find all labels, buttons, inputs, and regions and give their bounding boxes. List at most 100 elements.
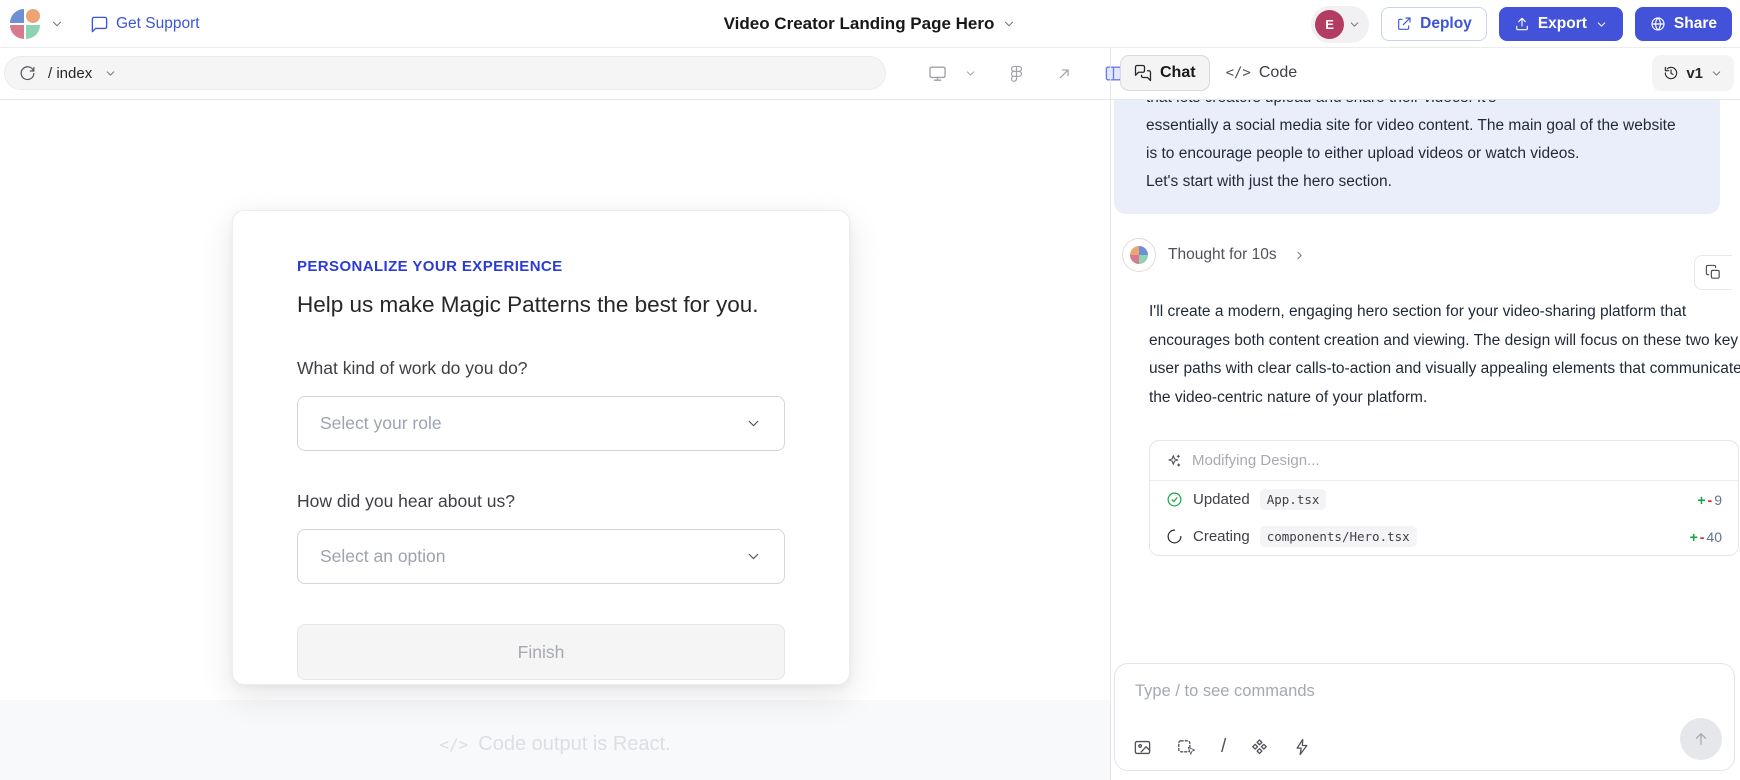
user-message-clipped-line: that lets creators upload and share thei…	[1146, 100, 1688, 112]
assistant-message: I'll create a modern, engaging hero sect…	[1149, 298, 1740, 412]
diff-count: + - 9	[1697, 492, 1722, 508]
account-menu[interactable]: E	[1311, 6, 1369, 43]
sparkle-icon	[1166, 453, 1182, 469]
plus-sign: +	[1697, 492, 1705, 508]
thought-label: Thought for 10s	[1168, 246, 1277, 264]
change-count: 40	[1706, 529, 1722, 545]
refresh-icon[interactable]	[19, 65, 36, 82]
slash-command-icon[interactable]: /	[1221, 736, 1226, 758]
plus-sign: +	[1690, 529, 1698, 545]
select-element-icon[interactable]	[1176, 738, 1197, 757]
file-change-row[interactable]: Updated App.tsx + - 9	[1150, 481, 1738, 518]
chevron-down-icon[interactable]	[104, 67, 117, 80]
history-icon	[1663, 65, 1679, 81]
project-title[interactable]: Video Creator Landing Page Hero	[724, 14, 1017, 34]
deploy-button[interactable]: Deploy	[1381, 7, 1487, 41]
export-label: Export	[1538, 15, 1587, 33]
chevron-down-icon	[1595, 18, 1608, 31]
modal-heading: Help us make Magic Patterns the best for…	[297, 292, 785, 318]
chat-input-placeholder: Type / to see commands	[1135, 682, 1714, 701]
chevron-down-icon	[1348, 18, 1361, 31]
check-circle-icon	[1166, 491, 1183, 508]
file-chip: components/Hero.tsx	[1260, 526, 1417, 547]
role-select[interactable]: Select your role	[297, 396, 785, 451]
personalize-modal: PERSONALIZE YOUR EXPERIENCE Help us make…	[232, 210, 850, 685]
chat-messages: that lets creators upload and share thei…	[1111, 100, 1740, 660]
top-header: Get Support Video Creator Landing Page H…	[0, 0, 1740, 48]
get-support-link[interactable]: Get Support	[90, 15, 200, 34]
preview-panel: </> Code output is React. PERSONALIZE YO…	[0, 100, 1110, 780]
referral-select-placeholder: Select an option	[320, 546, 446, 567]
export-button[interactable]: Export	[1499, 7, 1623, 41]
file-action: Updated	[1193, 491, 1250, 508]
deploy-label: Deploy	[1420, 15, 1472, 33]
user-message-bubble: that lets creators upload and share thei…	[1114, 100, 1720, 214]
lightning-icon[interactable]	[1293, 738, 1311, 756]
minus-sign: -	[1708, 492, 1713, 508]
assistant-avatar	[1122, 238, 1156, 272]
magic-patterns-app: Get Support Video Creator Landing Page H…	[0, 0, 1740, 780]
user-message-last-line: Let's start with just the hero section.	[1146, 168, 1688, 196]
preview-footer: </> Code output is React.	[0, 700, 1110, 780]
chat-panel: that lets creators upload and share thei…	[1111, 100, 1740, 780]
version-label: v1	[1686, 65, 1703, 82]
finish-button[interactable]: Finish	[297, 624, 785, 680]
code-icon: </>	[1226, 65, 1251, 81]
send-button[interactable]	[1680, 718, 1722, 760]
share-label: Share	[1674, 15, 1717, 33]
code-icon: </>	[439, 735, 468, 754]
chevron-right-icon	[1293, 249, 1306, 262]
chevron-down-icon	[1710, 67, 1723, 80]
arrow-up-icon	[1692, 730, 1710, 748]
modal-eyebrow: PERSONALIZE YOUR EXPERIENCE	[297, 258, 785, 275]
avatar: E	[1315, 10, 1344, 39]
globe-icon	[1650, 16, 1666, 32]
minus-sign: -	[1700, 529, 1705, 545]
project-title-text: Video Creator Landing Page Hero	[724, 14, 995, 34]
open-in-new-window-icon[interactable]	[1056, 65, 1073, 82]
upload-icon	[1514, 16, 1530, 32]
share-button[interactable]: Share	[1635, 7, 1732, 41]
file-change-row[interactable]: Creating components/Hero.tsx + - 40	[1150, 518, 1738, 555]
spinner-icon	[1166, 528, 1183, 545]
chevron-down-icon	[1002, 17, 1016, 31]
file-action: Creating	[1193, 528, 1250, 545]
desktop-viewport-icon[interactable]	[928, 64, 947, 83]
code-output-note-text: Code output is React.	[478, 733, 670, 756]
tool-status-text: Modifying Design...	[1192, 452, 1320, 469]
chevron-down-icon[interactable]	[964, 67, 977, 80]
copy-message-button[interactable]	[1694, 255, 1732, 290]
code-tab-label: Code	[1259, 64, 1297, 82]
route-path: / index	[48, 65, 92, 82]
diff-count: + - 40	[1690, 529, 1722, 545]
chat-bubble-icon	[90, 15, 109, 34]
referral-select[interactable]: Select an option	[297, 529, 785, 584]
tab-code[interactable]: </> Code	[1226, 64, 1298, 82]
code-output-note: </> Code output is React.	[439, 709, 670, 780]
components-icon[interactable]	[1250, 738, 1269, 757]
chevron-down-icon[interactable]	[50, 17, 64, 31]
file-chip: App.tsx	[1260, 489, 1327, 510]
get-support-label: Get Support	[116, 15, 200, 33]
address-bar[interactable]: / index	[4, 56, 886, 90]
attach-image-icon[interactable]	[1133, 738, 1152, 757]
change-count: 9	[1714, 492, 1722, 508]
question-referral-label: How did you hear about us?	[297, 491, 785, 512]
chat-icon	[1134, 64, 1152, 82]
chevron-down-icon	[745, 548, 762, 565]
user-message-body: essentially a social media site for vide…	[1146, 112, 1688, 168]
chevron-down-icon	[745, 415, 762, 432]
magic-patterns-logo-icon[interactable]	[10, 9, 40, 39]
role-select-placeholder: Select your role	[320, 413, 442, 434]
copy-icon	[1705, 264, 1722, 281]
tab-chat[interactable]: Chat	[1120, 55, 1210, 91]
version-selector[interactable]: v1	[1652, 55, 1734, 91]
question-role-label: What kind of work do you do?	[297, 358, 785, 379]
tool-activity-card: Modifying Design... Updated App.tsx + - …	[1149, 440, 1739, 556]
chat-input[interactable]: Type / to see commands /	[1114, 663, 1735, 771]
external-link-icon	[1396, 16, 1412, 32]
preview-toolbar: / index	[0, 48, 1740, 100]
thought-row[interactable]: Thought for 10s	[1122, 238, 1740, 272]
chat-tab-label: Chat	[1160, 64, 1196, 82]
figma-icon[interactable]	[1008, 65, 1025, 82]
